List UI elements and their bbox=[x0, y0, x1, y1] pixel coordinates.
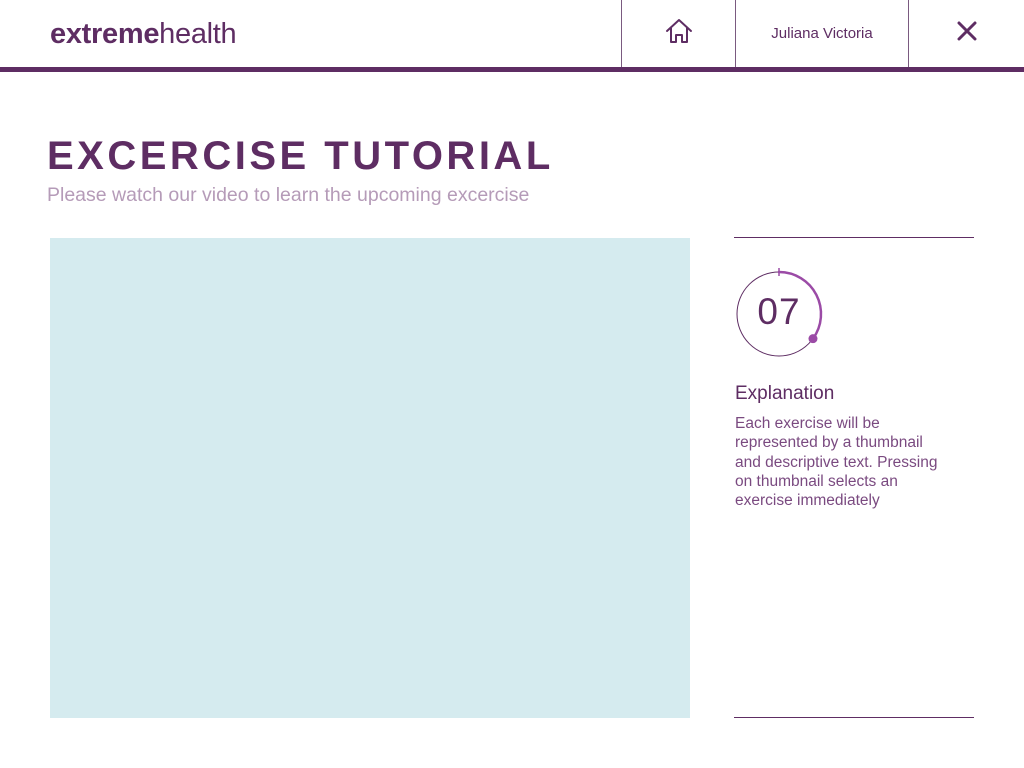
timer-value: 07 bbox=[757, 291, 801, 332]
header-accent-bar bbox=[0, 67, 1024, 72]
countdown-timer: 07 bbox=[735, 268, 827, 360]
logo-bold-text: extreme bbox=[50, 18, 160, 50]
explanation-title: Explanation bbox=[735, 383, 835, 404]
video-player[interactable] bbox=[50, 238, 690, 718]
home-button[interactable] bbox=[622, 0, 735, 67]
app-header: extremehealth Juliana Victoria bbox=[0, 0, 1024, 68]
user-name-button[interactable]: Juliana Victoria bbox=[736, 0, 908, 67]
close-icon bbox=[957, 21, 977, 46]
user-name-label: Juliana Victoria bbox=[771, 25, 873, 42]
logo-light-text: health bbox=[159, 18, 237, 50]
page-title: EXCERCISE TUTORIAL bbox=[47, 134, 554, 178]
logo[interactable]: extremehealth bbox=[50, 17, 237, 51]
page-subtitle: Please watch our video to learn the upco… bbox=[47, 184, 530, 206]
panel-bottom-divider bbox=[734, 717, 974, 718]
close-button[interactable] bbox=[909, 0, 1024, 67]
panel-top-divider bbox=[734, 237, 974, 238]
home-icon bbox=[665, 18, 693, 49]
explanation-text: Each exercise will be represented by a t… bbox=[735, 415, 938, 510]
